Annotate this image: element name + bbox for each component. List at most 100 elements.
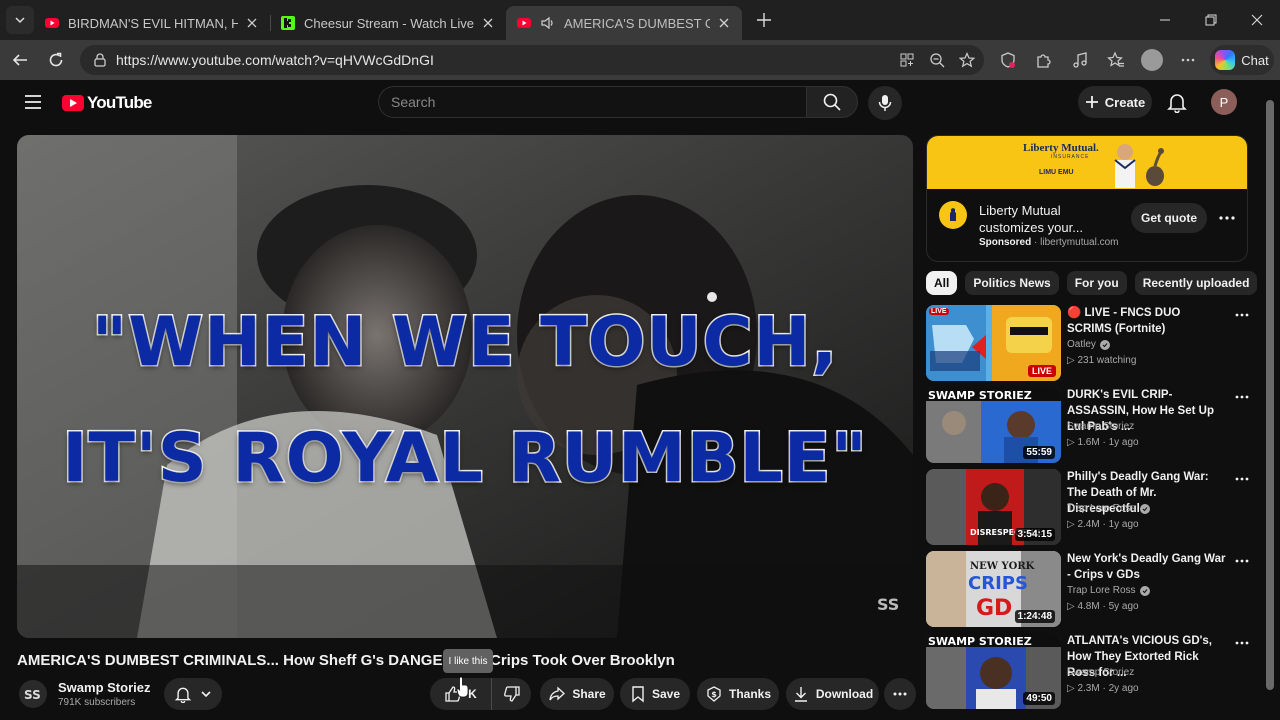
copilot-chat-button[interactable]: Chat xyxy=(1210,45,1274,75)
more-vertical-icon[interactable] xyxy=(1234,471,1250,487)
url-text: https://www.youtube.com/watch?v=qHVWcGdD… xyxy=(116,52,434,68)
tab-title: Cheesur Stream - Watch Live on K xyxy=(304,15,474,31)
ad-title[interactable]: Liberty Mutual customizes your... xyxy=(979,202,1119,236)
account-avatar[interactable]: P xyxy=(1211,89,1237,115)
channel-avatar[interactable]: SS xyxy=(19,680,47,708)
view-count: 231 watching xyxy=(1077,355,1137,366)
zoom-button[interactable] xyxy=(926,49,948,71)
hamburger-menu-icon[interactable] xyxy=(22,92,44,112)
recommendation-item[interactable]: NEW YORK CRIPS GD 1:24:48 New York's Dea… xyxy=(926,551,1256,629)
chevron-down-icon xyxy=(201,691,211,698)
close-window-button[interactable] xyxy=(1234,0,1280,40)
close-icon[interactable] xyxy=(244,15,260,31)
recommendation-channel[interactable]: Swamp Storiez xyxy=(1067,421,1134,432)
media-button[interactable] xyxy=(1064,44,1096,76)
sponsored-ad-card[interactable]: Liberty Mutual. INSURANCE LIMU EMU Liber… xyxy=(926,135,1248,262)
ad-sponsor-line: Sponsored · libertymutual.com xyxy=(979,237,1119,248)
tab-active-video[interactable]: AMERICA'S DUMBEST CRIMIN xyxy=(506,6,742,40)
ad-domain[interactable]: libertymutual.com xyxy=(1040,237,1118,248)
video-thumbnail[interactable]: SWAMP STORIEZ 49:50 xyxy=(926,633,1061,709)
channel-watermark-icon[interactable]: SS xyxy=(877,592,899,616)
get-quote-button[interactable]: Get quote xyxy=(1131,203,1207,233)
youtube-wordmark: YouTube xyxy=(87,93,152,112)
apps-button[interactable] xyxy=(896,49,918,71)
tab-title: BIRDMAN'S EVIL HITMAN, How Ha xyxy=(68,15,238,31)
youtube-logo[interactable]: YouTube xyxy=(62,93,152,113)
recommendation-item[interactable]: SWAMP STORIEZ 49:50 ATLANTA's VICIOUS GD… xyxy=(926,633,1256,711)
tab-birdman[interactable]: BIRDMAN'S EVIL HITMAN, How Ha xyxy=(34,6,270,40)
svg-text:GD: GD xyxy=(976,596,1012,621)
recommendation-channel[interactable]: Oatley xyxy=(1067,339,1110,350)
chip-all[interactable]: All xyxy=(926,271,958,295)
chip-politics-news[interactable]: Politics News xyxy=(965,271,1059,295)
video-thumbnail[interactable]: NEW YORK CRIPS GD 1:24:48 xyxy=(926,551,1061,627)
page-scrollbar-thumb[interactable] xyxy=(1266,100,1274,690)
recommendation-channel[interactable]: Swamp Storiez xyxy=(1067,667,1134,678)
create-button[interactable]: Create xyxy=(1078,86,1152,118)
more-vertical-icon[interactable] xyxy=(1234,389,1250,405)
share-button[interactable]: Share xyxy=(540,678,614,710)
save-label: Save xyxy=(651,687,681,701)
chat-label: Chat xyxy=(1241,52,1269,68)
tab-list-button[interactable] xyxy=(6,6,34,34)
restore-button[interactable] xyxy=(1188,0,1234,40)
bell-icon[interactable] xyxy=(1166,91,1188,113)
overlay-caption-line2: IT'S ROYAL RUMBLE" xyxy=(61,418,869,500)
favorite-button[interactable] xyxy=(956,49,978,71)
channel-label: Oatley xyxy=(1067,339,1096,350)
music-note-icon xyxy=(1073,52,1087,68)
recommendation-title[interactable]: New York's Deadly Gang War - Crips v GDs xyxy=(1067,551,1227,583)
ad-banner-tag: LIMU EMU xyxy=(1039,169,1074,176)
chip-recently-uploaded[interactable]: Recently uploaded xyxy=(1134,271,1258,295)
subscriber-count: 791K subscribers xyxy=(58,697,136,708)
more-vertical-icon[interactable] xyxy=(1217,208,1237,228)
recommendation-title[interactable]: 🔴 LIVE - FNCS DUO SCRIMS (Fortnite) xyxy=(1067,305,1227,337)
minimize-button[interactable] xyxy=(1142,0,1188,40)
advertiser-icon[interactable] xyxy=(939,201,967,229)
video-player[interactable]: "WHEN WE TOUCH, IT'S ROYAL RUMBLE" SS xyxy=(17,135,913,638)
video-duration: 55:59 xyxy=(1023,446,1055,459)
recommendation-item[interactable]: SWAMP STORIEZ 55:59 DURK's EVIL CRIP-ASS… xyxy=(926,387,1256,465)
back-button[interactable] xyxy=(2,44,38,76)
dislike-button[interactable] xyxy=(492,678,531,710)
save-button[interactable]: Save xyxy=(620,678,690,710)
download-button[interactable]: Download xyxy=(786,678,879,710)
close-icon[interactable] xyxy=(716,15,732,31)
more-actions-button[interactable] xyxy=(884,678,916,710)
new-tab-button[interactable] xyxy=(748,4,780,36)
search-button[interactable] xyxy=(806,86,858,118)
more-vertical-icon[interactable] xyxy=(1234,553,1250,569)
reload-button[interactable] xyxy=(38,44,74,76)
more-menu-button[interactable] xyxy=(1172,44,1204,76)
profile-button[interactable] xyxy=(1136,44,1168,76)
url-field[interactable]: https://www.youtube.com/watch?v=qHVWcGdD… xyxy=(80,45,984,75)
favorites-button[interactable] xyxy=(1100,44,1132,76)
recommendation-item[interactable]: DISRESPECTFUL 3:54:15 Philly's Deadly Ga… xyxy=(926,469,1256,547)
video-thumbnail[interactable]: LIVE LIVE xyxy=(926,305,1061,381)
recommendation-meta: ▷ 2.4M · 1y ago xyxy=(1067,519,1139,530)
recommendation-channel[interactable]: Trap Lore Ross xyxy=(1067,585,1150,596)
microphone-icon xyxy=(878,95,892,111)
close-icon[interactable] xyxy=(480,15,496,31)
thanks-button[interactable]: $ Thanks xyxy=(697,678,779,710)
channel-name[interactable]: Swamp Storiez xyxy=(58,680,150,695)
recommendation-item[interactable]: LIVE LIVE 🔴 LIVE - FNCS DUO SCRIMS (Fort… xyxy=(926,305,1256,383)
extensions-button[interactable] xyxy=(1028,44,1060,76)
chip-for-you[interactable]: For you xyxy=(1066,271,1127,295)
more-vertical-icon[interactable] xyxy=(1234,635,1250,651)
tab-cheesur[interactable]: Cheesur Stream - Watch Live on K xyxy=(270,6,506,40)
more-vertical-icon[interactable] xyxy=(1234,307,1250,323)
voice-search-button[interactable] xyxy=(868,86,902,120)
filter-chips: All Politics News For you Recently uploa… xyxy=(926,271,1258,295)
tracker-shield-button[interactable] xyxy=(992,44,1024,76)
recommendation-meta: ▷ 231 watching xyxy=(1067,355,1137,366)
ad-banner[interactable]: Liberty Mutual. INSURANCE LIMU EMU xyxy=(927,136,1247,189)
notification-settings-button[interactable] xyxy=(164,678,222,710)
video-thumbnail[interactable]: DISRESPECTFUL 3:54:15 xyxy=(926,469,1061,545)
view-count: 2.3M · 2y ago xyxy=(1077,683,1139,694)
recommendation-channel[interactable]: Trap Lore Ross xyxy=(1067,503,1150,514)
search-input[interactable]: Search xyxy=(378,86,806,118)
speaker-icon[interactable] xyxy=(540,15,556,31)
video-thumbnail[interactable]: SWAMP STORIEZ 55:59 xyxy=(926,387,1061,463)
svg-text:SWAMP STORIEZ: SWAMP STORIEZ xyxy=(928,389,1032,402)
